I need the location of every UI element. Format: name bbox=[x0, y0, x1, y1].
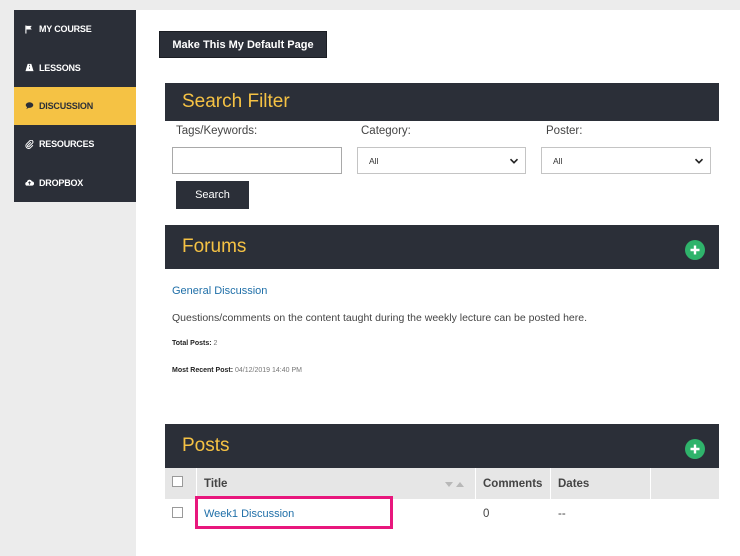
forum-link-general-discussion[interactable]: General Discussion bbox=[172, 285, 267, 297]
search-filter-title: Search Filter bbox=[182, 91, 290, 112]
chevron-down-icon bbox=[694, 158, 704, 164]
sidebar-item-label: DROPBOX bbox=[39, 177, 84, 188]
column-dates-header[interactable]: Dates bbox=[558, 468, 589, 499]
cloud-upload-icon bbox=[25, 178, 34, 187]
posts-title: Posts bbox=[182, 435, 230, 456]
category-select-value: All bbox=[369, 155, 379, 166]
post-dates-cell: -- bbox=[558, 507, 566, 520]
tags-label: Tags/Keywords: bbox=[176, 125, 258, 137]
total-posts: Total Posts: 2 bbox=[172, 340, 217, 347]
add-forum-icon[interactable] bbox=[685, 240, 705, 260]
forums-title: Forums bbox=[182, 236, 247, 257]
posts-table-header: Title Comments Dates bbox=[165, 468, 719, 499]
most-recent-post: Most Recent Post: 04/12/2019 14:40 PM bbox=[172, 367, 302, 374]
sidebar-item-discussion[interactable]: DISCUSSION bbox=[14, 86, 136, 126]
select-all-checkbox[interactable] bbox=[172, 476, 183, 487]
sidebar: MY COURSE LESSONS DISCUSSION RESOURCES D… bbox=[14, 10, 136, 202]
total-posts-value: 2 bbox=[213, 340, 218, 347]
tags-input[interactable] bbox=[172, 147, 342, 174]
road-icon bbox=[25, 63, 34, 72]
sidebar-item-lessons[interactable]: LESSONS bbox=[14, 48, 136, 86]
make-default-page-button[interactable]: Make This My Default Page bbox=[159, 31, 327, 58]
flag-icon bbox=[25, 25, 34, 34]
sort-icon[interactable] bbox=[444, 480, 466, 488]
chevron-down-icon bbox=[509, 158, 519, 164]
poster-select-value: All bbox=[553, 155, 563, 166]
post-comments-cell: 0 bbox=[483, 507, 490, 520]
sidebar-item-label: DISCUSSION bbox=[39, 100, 94, 111]
search-filter-header: Search Filter bbox=[165, 83, 719, 121]
column-divider bbox=[650, 468, 651, 499]
total-posts-label: Total Posts: bbox=[172, 340, 212, 347]
category-label: Category: bbox=[361, 125, 411, 137]
most-recent-post-label: Most Recent Post: bbox=[172, 367, 234, 374]
sidebar-item-label: MY COURSE bbox=[39, 24, 92, 35]
column-title-header[interactable]: Title bbox=[204, 468, 227, 499]
forums-header: Forums bbox=[165, 225, 719, 269]
row-checkbox[interactable] bbox=[172, 507, 183, 518]
top-strip bbox=[136, 0, 740, 10]
posts-header: Posts bbox=[165, 424, 719, 468]
add-post-icon[interactable] bbox=[685, 439, 705, 459]
poster-label: Poster: bbox=[546, 125, 583, 137]
column-comments-header[interactable]: Comments bbox=[483, 468, 542, 499]
sidebar-item-my-course[interactable]: MY COURSE bbox=[14, 10, 136, 48]
sidebar-item-label: LESSONS bbox=[39, 62, 81, 73]
column-divider bbox=[550, 468, 551, 499]
paperclip-icon bbox=[25, 139, 34, 149]
column-divider bbox=[475, 468, 476, 499]
poster-select[interactable]: All bbox=[541, 147, 711, 174]
chat-icon bbox=[25, 101, 34, 110]
sidebar-item-label: RESOURCES bbox=[39, 139, 95, 150]
search-button[interactable]: Search bbox=[176, 181, 249, 209]
highlight-box bbox=[195, 496, 393, 529]
sidebar-item-dropbox[interactable]: DROPBOX bbox=[14, 164, 136, 202]
sidebar-item-resources[interactable]: RESOURCES bbox=[14, 125, 136, 163]
category-select[interactable]: All bbox=[357, 147, 526, 174]
most-recent-post-value: 04/12/2019 14:40 PM bbox=[235, 367, 302, 374]
column-divider bbox=[196, 468, 197, 499]
forum-description: Questions/comments on the content taught… bbox=[172, 312, 588, 324]
